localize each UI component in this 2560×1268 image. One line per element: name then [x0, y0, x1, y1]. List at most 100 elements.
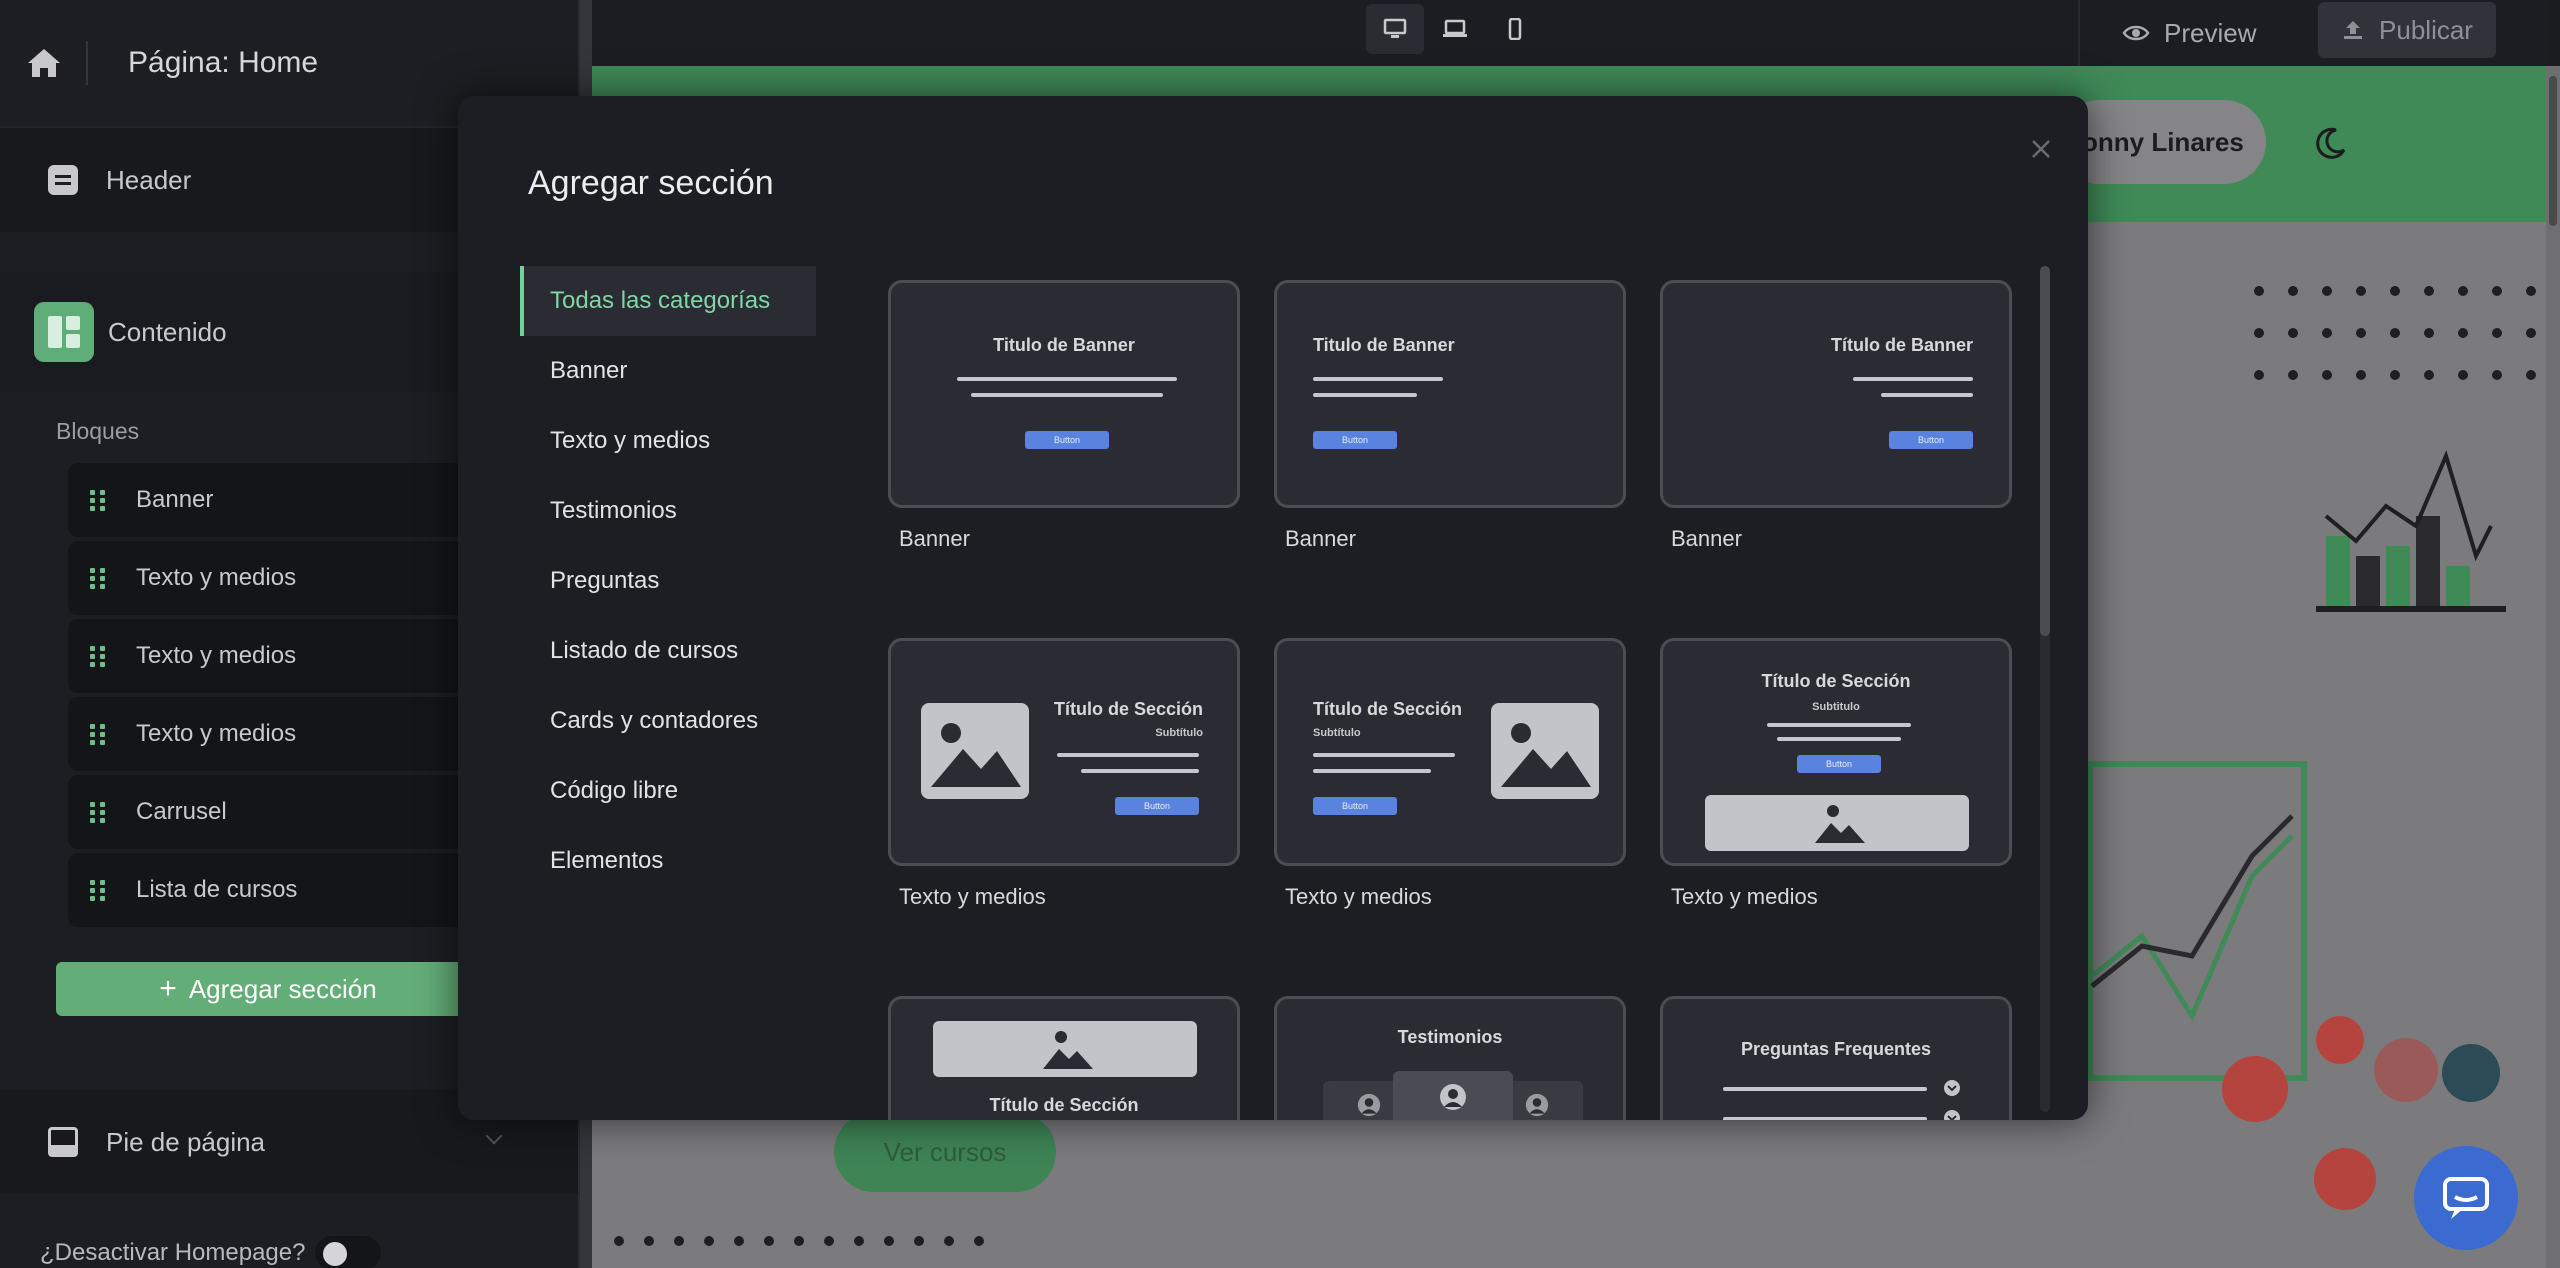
mobile-icon	[1508, 18, 1522, 40]
template-thumbnail: Título de Sección Subtítulo Button	[1274, 638, 1626, 866]
chart-illustration-icon	[2316, 450, 2506, 612]
laptop-view-button[interactable]	[1426, 4, 1484, 54]
desktop-icon	[1383, 18, 1407, 38]
decorative-dots	[614, 1236, 984, 1246]
laptop-icon	[1443, 19, 1467, 37]
view-courses-button[interactable]: Ver cursos	[834, 1112, 1056, 1192]
block-label: Texto y medios	[136, 642, 297, 669]
support-chat-button[interactable]	[2414, 1146, 2518, 1250]
deactivate-homepage-row: ¿Desactivar Homepage?	[40, 1236, 382, 1268]
thumb-subtitle: Subtítulo	[1155, 727, 1203, 739]
block-item[interactable]: Texto y medios	[68, 697, 504, 771]
template-tile[interactable]: Título de Sección Subtítulo Button Texto…	[1274, 638, 1626, 910]
drag-handle-icon[interactable]	[90, 487, 106, 513]
footer-icon	[48, 1127, 78, 1157]
drag-handle-icon[interactable]	[90, 799, 106, 825]
template-label: Banner	[1285, 526, 1356, 551]
publish-label: Publicar	[2379, 14, 2473, 45]
layout-icon	[34, 302, 94, 362]
thumb-title: Título de Banner	[1830, 335, 1973, 355]
category-item-elements[interactable]: Elementos	[520, 826, 816, 896]
thumb-title: Preguntas Frequentes	[1740, 1039, 1932, 1059]
preview-scrollbar[interactable]	[2546, 66, 2560, 1268]
image-placeholder-icon	[1705, 795, 1969, 851]
category-item-testimonials[interactable]: Testimonios	[520, 476, 816, 546]
template-label: Texto y medios	[1671, 884, 1818, 909]
publish-button[interactable]: Publicar	[2318, 2, 2496, 58]
block-item[interactable]: Carrusel	[68, 775, 504, 849]
user-name: onny Linares	[2082, 126, 2244, 157]
mobile-view-button[interactable]	[1486, 4, 1544, 54]
drag-handle-icon[interactable]	[90, 877, 106, 903]
user-menu[interactable]: onny Linares	[2058, 100, 2266, 184]
thumb-button: Button	[1889, 431, 1973, 449]
template-thumbnail: Testimonios	[1274, 996, 1626, 1120]
desktop-view-button[interactable]	[1366, 4, 1424, 54]
preview-button[interactable]: Preview	[2122, 10, 2256, 56]
template-tile[interactable]: Preguntas Frequentes	[1660, 996, 2012, 1120]
template-tile[interactable]: Titulo de Banner Button Banner	[888, 280, 1240, 552]
category-item-all[interactable]: Todas las categorías	[520, 266, 816, 336]
chevron-down-icon[interactable]	[485, 1127, 503, 1145]
template-tile[interactable]: Titulo de Banner Button Banner	[1274, 280, 1626, 552]
add-section-label: Agregar sección	[188, 973, 377, 1004]
user-avatar-icon	[1357, 1093, 1381, 1117]
close-icon[interactable]	[2028, 136, 2054, 162]
preview-label: Preview	[2164, 17, 2257, 48]
block-item[interactable]: Lista de cursos	[68, 853, 504, 927]
template-tile[interactable]: Título de Sección Subtítulo Button Texto…	[888, 638, 1240, 910]
fullscreen-icon[interactable]	[2442, 1044, 2500, 1102]
add-section-modal: Agregar sección Todas las categorías Ban…	[458, 96, 2088, 1120]
template-thumbnail: Titulo de Banner Button	[1274, 280, 1626, 508]
upload-icon	[2344, 21, 2363, 39]
thumb-button: Button	[1025, 431, 1109, 449]
template-thumbnail: Título de Sección	[888, 996, 1240, 1120]
chat-bubble-icon	[2443, 1177, 2489, 1219]
thumb-subtitle: Subtítulo	[1313, 727, 1361, 739]
view-courses-label: Ver cursos	[883, 1136, 1007, 1167]
template-tile[interactable]: Título de Sección Subtitulo Button Texto…	[1660, 638, 2012, 910]
block-label: Texto y medios	[136, 564, 297, 591]
block-item[interactable]: Texto y medios	[68, 619, 504, 693]
category-item-course-list[interactable]: Listado de cursos	[520, 616, 816, 686]
category-item-text-media[interactable]: Texto y medios	[520, 406, 816, 476]
category-item-free-code[interactable]: Código libre	[520, 756, 816, 826]
thumb-button: Button	[1313, 431, 1397, 449]
category-item-questions[interactable]: Preguntas	[520, 546, 816, 616]
header-icon	[48, 165, 78, 195]
block-item[interactable]: Banner	[68, 463, 504, 537]
line-chart-illustration	[2087, 761, 2307, 1081]
home-icon[interactable]	[24, 43, 64, 83]
thumb-title: Título de Sección	[1761, 671, 1911, 691]
drag-handle-icon[interactable]	[90, 643, 106, 669]
thumb-title: Título de Sección	[1053, 699, 1203, 719]
sidebar-item-label: Header	[106, 164, 192, 195]
template-tile[interactable]: Título de Sección	[888, 996, 1240, 1120]
chevron-down-circle-icon	[1944, 1110, 1960, 1120]
block-item[interactable]: Texto y medios	[68, 541, 504, 615]
template-tile[interactable]: Título de Banner Button Banner	[1660, 280, 2012, 552]
clock-icon[interactable]	[2314, 1148, 2376, 1210]
moon-icon[interactable]	[2314, 126, 2348, 160]
modal-scrollbar[interactable]	[2040, 266, 2050, 1112]
image-placeholder-icon	[921, 703, 1029, 799]
user-avatar-icon	[1525, 1093, 1549, 1117]
template-label: Texto y medios	[899, 884, 1046, 909]
drag-handle-icon[interactable]	[90, 721, 106, 747]
image-placeholder-icon	[1491, 703, 1599, 799]
deactivate-homepage-toggle[interactable]	[315, 1236, 382, 1268]
phone-icon[interactable]	[2316, 1016, 2364, 1064]
template-tile[interactable]: Testimonios	[1274, 996, 1626, 1120]
template-thumbnail: Título de Sección Subtitulo Button	[1660, 638, 2012, 866]
deactivate-homepage-label: ¿Desactivar Homepage?	[40, 1239, 306, 1266]
template-label: Banner	[899, 526, 970, 551]
sidebar-item-label: Contenido	[108, 316, 227, 347]
page-title: Página: Home	[128, 46, 319, 79]
drag-handle-icon[interactable]	[90, 565, 106, 591]
add-section-button[interactable]: + Agregar sección	[56, 962, 480, 1016]
category-item-banner[interactable]: Banner	[520, 336, 816, 406]
category-list: Todas las categorías Banner Texto y medi…	[520, 266, 816, 896]
chat-icon[interactable]	[2374, 1038, 2438, 1102]
mail-icon[interactable]	[2222, 1056, 2288, 1122]
category-item-cards-counters[interactable]: Cards y contadores	[520, 686, 816, 756]
